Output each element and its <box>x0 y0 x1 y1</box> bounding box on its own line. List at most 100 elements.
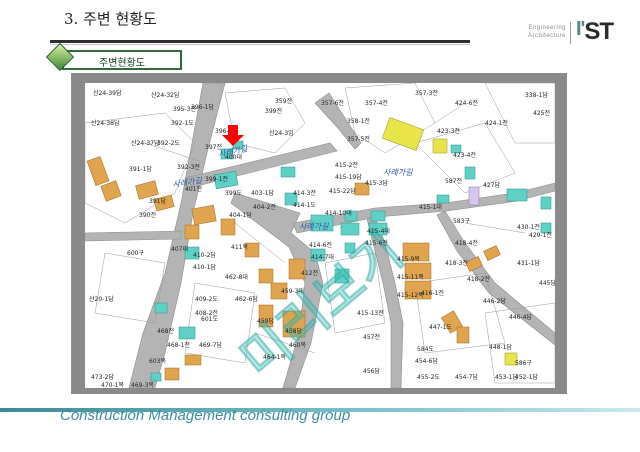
parcel-label: 423-4전 <box>453 151 476 159</box>
brand-subtitle-line1: Engineering <box>528 25 566 31</box>
parcel-label: 430-1전 <box>517 223 540 231</box>
parcel-label: 414-7대 <box>311 253 334 261</box>
building <box>150 372 162 382</box>
footer-text: Construction Management consulting group <box>60 407 351 424</box>
parcel-label: 470-1목 <box>101 382 124 388</box>
parcel-label: 산24-39답 <box>93 89 122 97</box>
building <box>178 326 196 340</box>
parcel-label: 454-6답 <box>415 358 438 365</box>
parcel-label: 418-3전 <box>445 259 468 267</box>
parcel-label: 460목 <box>289 342 306 349</box>
parcel-label: 469-3목 <box>131 382 154 388</box>
parcel-label: 357-4전 <box>365 99 388 107</box>
parcel-label: 583구 <box>453 218 470 225</box>
parcel-label: 446-2답 <box>483 298 506 305</box>
parcel-label: 415-1대 <box>419 203 442 211</box>
building <box>154 302 168 314</box>
parcel-label: 산20-1답 <box>89 295 114 303</box>
parcel-label: 414-10대 <box>325 209 352 217</box>
building-lavender <box>468 186 480 206</box>
parcel-label: 401전 <box>185 185 202 193</box>
parcel-label: 462-8대 <box>225 273 248 281</box>
parcel-label: 415-22답 <box>329 188 356 195</box>
parcel-label: 445답 <box>539 280 555 287</box>
building <box>135 180 159 200</box>
parcel-label: 431-1답 <box>517 260 540 267</box>
title-divider <box>50 40 470 43</box>
parcel-label: 427답 <box>483 182 500 189</box>
parcel-label: 459답 <box>257 318 274 325</box>
parcel-label: 404-1답 <box>229 212 252 219</box>
building <box>340 222 360 236</box>
building <box>184 224 200 240</box>
area-label: 사례가길 <box>383 168 413 177</box>
parcel-label: 산24-3임 <box>269 129 294 137</box>
parcel-label: 412전 <box>301 269 318 277</box>
parcel-label: 415-6전 <box>365 239 388 247</box>
parcel-label: 587전 <box>445 177 462 185</box>
parcel-label: 395-3전 <box>173 105 196 113</box>
parcel-label: 456답 <box>363 368 380 375</box>
section-tag: 주변현황도 <box>45 42 182 72</box>
building <box>164 367 180 381</box>
brand-subtitle-line2: Architecture <box>527 33 566 39</box>
building <box>370 210 386 222</box>
parcel-label: 407대 <box>171 245 188 253</box>
parcel-label: 416-1전 <box>421 289 444 297</box>
parcel-label: 586구 <box>515 360 532 367</box>
parcel-label: 357-5전 <box>347 135 370 143</box>
building <box>506 188 528 202</box>
building <box>432 138 448 154</box>
parcel-label: 414-6전 <box>309 241 332 249</box>
parcel-label: 418-4전 <box>455 239 478 247</box>
parcel-label: 357-6전 <box>321 99 344 107</box>
site-map-svg: 미리보기 사례가길 사례가길 사례가길 사례가길 산24-39답 산24-32답산… <box>85 83 555 388</box>
parcel-label: 399-1전 <box>205 175 228 183</box>
building <box>436 194 450 204</box>
parcel-label: 429-1전 <box>529 231 552 239</box>
parcel-label: 457전 <box>363 333 380 341</box>
parcel-label: 410-2답 <box>193 252 216 259</box>
parcel-label: 459-3대 <box>281 287 304 295</box>
parcel-label: 447-1도 <box>429 324 452 331</box>
building <box>382 117 424 151</box>
brand-divider <box>570 22 571 44</box>
parcel-label: 358-1전 <box>347 117 370 125</box>
parcel-label: 415-3답 <box>365 180 388 187</box>
parcel-label: 404-2전 <box>253 203 276 211</box>
road-west <box>85 230 182 242</box>
parcel-label: 399도 <box>225 190 242 197</box>
parcel-label: 390전 <box>139 211 156 219</box>
parcel-label: 448-1답 <box>489 344 512 351</box>
parcel-label: 392-2도 <box>157 140 180 147</box>
brand-subtitle: Engineering Architecture <box>502 24 566 40</box>
building <box>483 245 501 261</box>
parcel-label: 391-1답 <box>129 166 152 173</box>
parcel-label: 415-9목 <box>397 256 420 263</box>
building <box>100 180 122 202</box>
parcel-label: 410-1답 <box>193 264 216 271</box>
parcel-label: 423-3전 <box>437 127 460 135</box>
brand-logo: I'ST <box>576 18 614 46</box>
building <box>220 218 236 236</box>
parcel-label: 584도 <box>417 346 434 353</box>
parcel-label: 391답 <box>149 198 166 205</box>
parcel-label: 424-1전 <box>485 119 508 127</box>
parcel-label: 400대 <box>225 153 242 161</box>
area-label: 사례가길 <box>299 222 329 231</box>
parcel-label: 357-3전 <box>415 89 438 97</box>
parcel-label: 452-1답 <box>515 374 538 381</box>
parcel-label: 469-7답 <box>199 342 222 349</box>
section-tag-label: 주변현황도 <box>99 58 145 69</box>
parcel-label: 600구 <box>127 250 144 257</box>
parcel-label: 338-1답 <box>525 92 548 99</box>
parcel-label: 601도 <box>201 316 218 323</box>
brand-logo-main: ST <box>584 18 614 45</box>
parcel-label: 462-6답 <box>235 296 258 303</box>
parcel-label: 414-1도 <box>293 202 316 209</box>
parcel-label: 392-3전 <box>177 163 200 171</box>
building <box>540 196 552 210</box>
slide-title: 3. 주변 현황도 <box>64 10 157 28</box>
parcel-label: 415-13전 <box>357 309 384 317</box>
parcel-label: 397전 <box>205 143 222 151</box>
